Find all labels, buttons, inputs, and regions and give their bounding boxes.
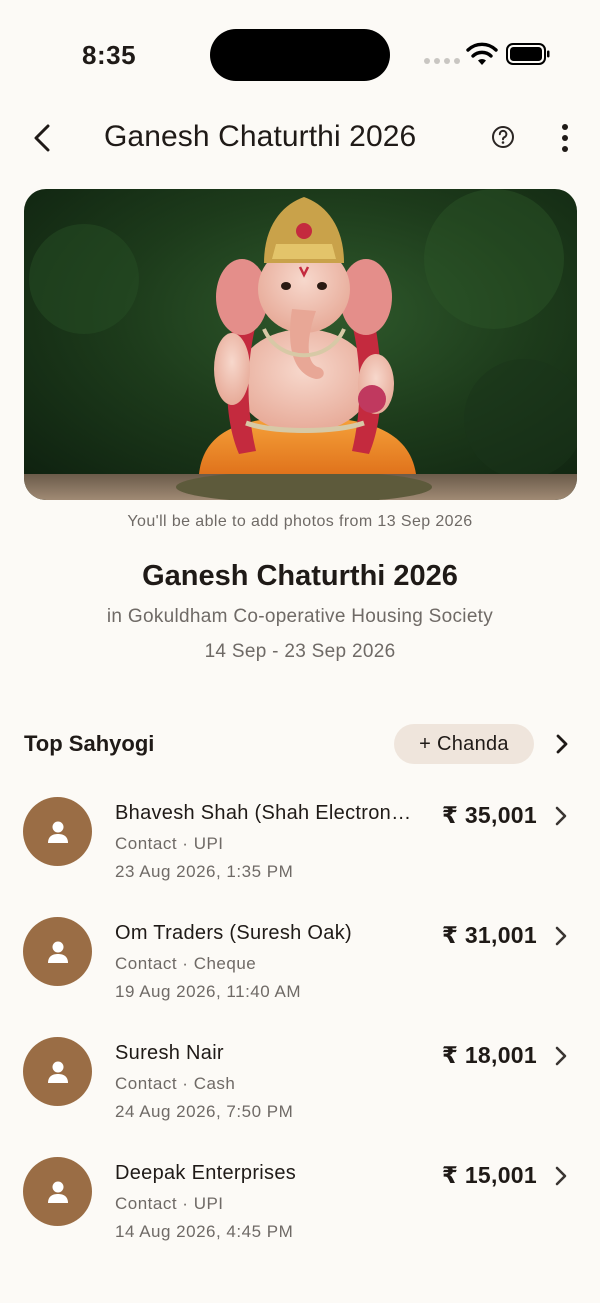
- contributor-meta: Contact · UPI: [115, 1194, 224, 1213]
- more-vertical-icon: [562, 124, 568, 130]
- event-dates: 14 Sep - 23 Sep 2026: [204, 641, 396, 662]
- chevron-right-icon: [555, 926, 567, 946]
- add-chanda-button[interactable]: + Chanda: [394, 724, 534, 764]
- dynamic-island: [210, 29, 390, 81]
- avatar: [23, 1157, 92, 1226]
- contributor-meta: Contact · Cheque: [115, 954, 257, 973]
- avatar: [23, 797, 92, 866]
- battery-icon: [506, 43, 550, 65]
- contributor-amount: ₹ 15,001: [441, 1162, 537, 1188]
- wifi-icon: [466, 42, 498, 65]
- app-header: Ganesh Chaturthi 2026: [0, 110, 600, 166]
- contributor-name: Deepak Enterprises: [115, 1162, 297, 1184]
- page-title: Ganesh Chaturthi 2026: [104, 120, 417, 153]
- contributor-name: Om Traders (Suresh Oak): [115, 922, 352, 944]
- contributor-amount: ₹ 31,001: [441, 922, 537, 948]
- person-icon: [47, 1061, 68, 1083]
- contributor-row[interactable]: Bhavesh Shah (Shah Electronics) Contact …: [0, 780, 600, 900]
- event-location: in Gokuldham Co-operative Housing Societ…: [106, 606, 494, 627]
- back-arrow-icon: [34, 124, 50, 152]
- contributor-date: 23 Aug 2026, 1:35 PM: [115, 862, 294, 881]
- avatar: [23, 1037, 92, 1106]
- section-title: Top Sahyogi: [24, 731, 155, 756]
- help-circle-icon[interactable]: [488, 122, 518, 152]
- event-title: Ganesh Chaturthi 2026: [142, 560, 458, 592]
- contributor-amount: ₹ 18,001: [441, 1042, 537, 1068]
- back-button[interactable]: [22, 114, 62, 162]
- contributor-date: 14 Aug 2026, 4:45 PM: [115, 1222, 294, 1241]
- contributor-date: 24 Aug 2026, 7:50 PM: [115, 1102, 294, 1121]
- contributor-date: 19 Aug 2026, 11:40 AM: [115, 982, 301, 1001]
- contributor-name: Bhavesh Shah (Shah Electronics): [115, 802, 415, 824]
- chevron-right-icon: [555, 1046, 567, 1066]
- avatar: [23, 917, 92, 986]
- contributor-row[interactable]: Deepak Enterprises Contact · UPI 14 Aug …: [0, 1140, 600, 1260]
- person-icon: [47, 941, 68, 963]
- contributor-meta: Contact · UPI: [115, 834, 224, 853]
- chevron-right-icon: [555, 806, 567, 826]
- hero-image: [24, 189, 577, 500]
- contributor-amount: ₹ 35,001: [441, 802, 537, 828]
- person-icon: [47, 821, 68, 843]
- more-options-button[interactable]: [552, 120, 578, 156]
- contributor-name: Suresh Nair: [115, 1042, 224, 1064]
- contributor-row[interactable]: Suresh Nair Contact · Cash 24 Aug 2026, …: [0, 1020, 600, 1140]
- chevron-right-icon: [555, 1166, 567, 1186]
- status-time: 8:35: [82, 40, 137, 70]
- contributor-meta: Contact · Cash: [115, 1074, 236, 1093]
- status-bar: 8:35: [0, 0, 600, 110]
- signal-icon: [424, 58, 460, 64]
- chevron-right-icon[interactable]: [552, 731, 572, 757]
- photo-availability-note: You'll be able to add photos from 13 Sep…: [127, 513, 473, 530]
- contributor-row[interactable]: Om Traders (Suresh Oak) Contact · Cheque…: [0, 900, 600, 1020]
- person-icon: [47, 1181, 68, 1203]
